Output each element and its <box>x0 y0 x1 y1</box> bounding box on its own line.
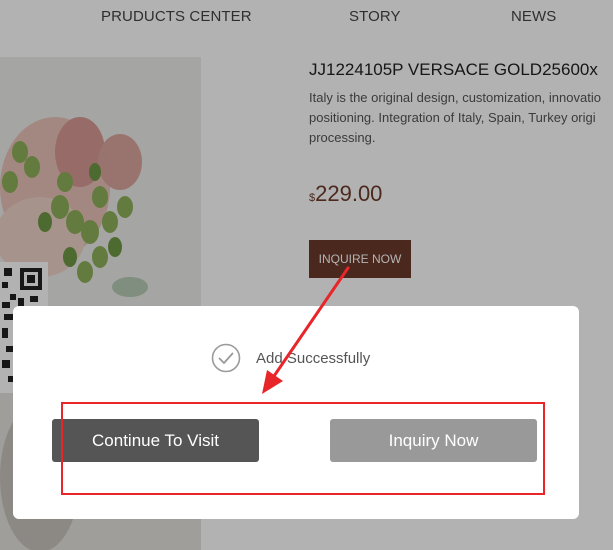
annotation-highlight-box <box>61 402 545 495</box>
check-circle-icon <box>211 343 241 373</box>
success-message-row: Add Successfully <box>211 343 370 373</box>
success-message: Add Successfully <box>256 349 371 367</box>
product-page: PRUDUCTS CENTER STORY NEWS JJ1224105P VE… <box>0 0 613 550</box>
